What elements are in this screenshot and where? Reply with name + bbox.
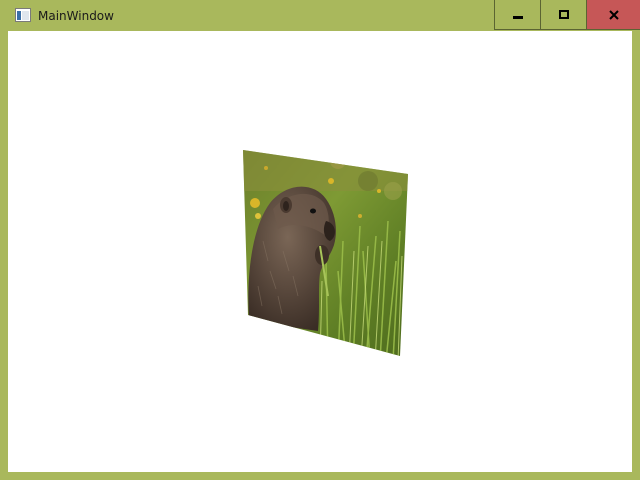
main-window: MainWindow: [0, 0, 640, 480]
minimize-icon: [512, 15, 523, 19]
maximize-icon: [558, 9, 569, 19]
minimize-button[interactable]: [494, 0, 540, 30]
close-icon: [608, 9, 619, 20]
close-button[interactable]: [586, 0, 640, 30]
window-title: MainWindow: [38, 9, 114, 23]
perspective-photo: [243, 150, 408, 356]
app-window-icon: [15, 8, 31, 22]
maximize-button[interactable]: [540, 0, 586, 30]
title-bar[interactable]: MainWindow: [0, 0, 640, 31]
client-area: [8, 31, 632, 472]
